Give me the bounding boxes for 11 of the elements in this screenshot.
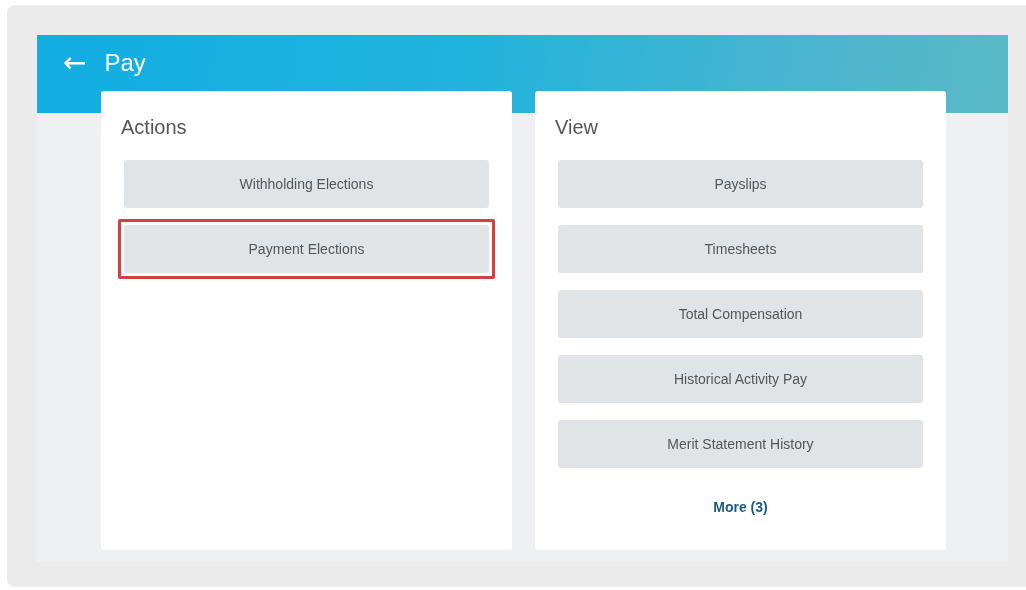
action-button[interactable]: Withholding Elections	[124, 160, 489, 208]
action-button[interactable]: Timesheets	[558, 225, 923, 273]
action-button[interactable]: Total Compensation	[558, 290, 923, 338]
page-title: Pay	[104, 49, 146, 77]
action-button[interactable]: Payment Elections	[124, 225, 489, 273]
card-title: View	[555, 115, 599, 140]
action-button[interactable]: Historical Activity Pay	[558, 355, 923, 403]
action-button[interactable]: Payslips	[558, 160, 923, 208]
card-title: Actions	[121, 115, 188, 140]
action-button[interactable]: Merit Statement History	[558, 420, 923, 468]
more-link[interactable]: More (3)	[709, 497, 772, 517]
